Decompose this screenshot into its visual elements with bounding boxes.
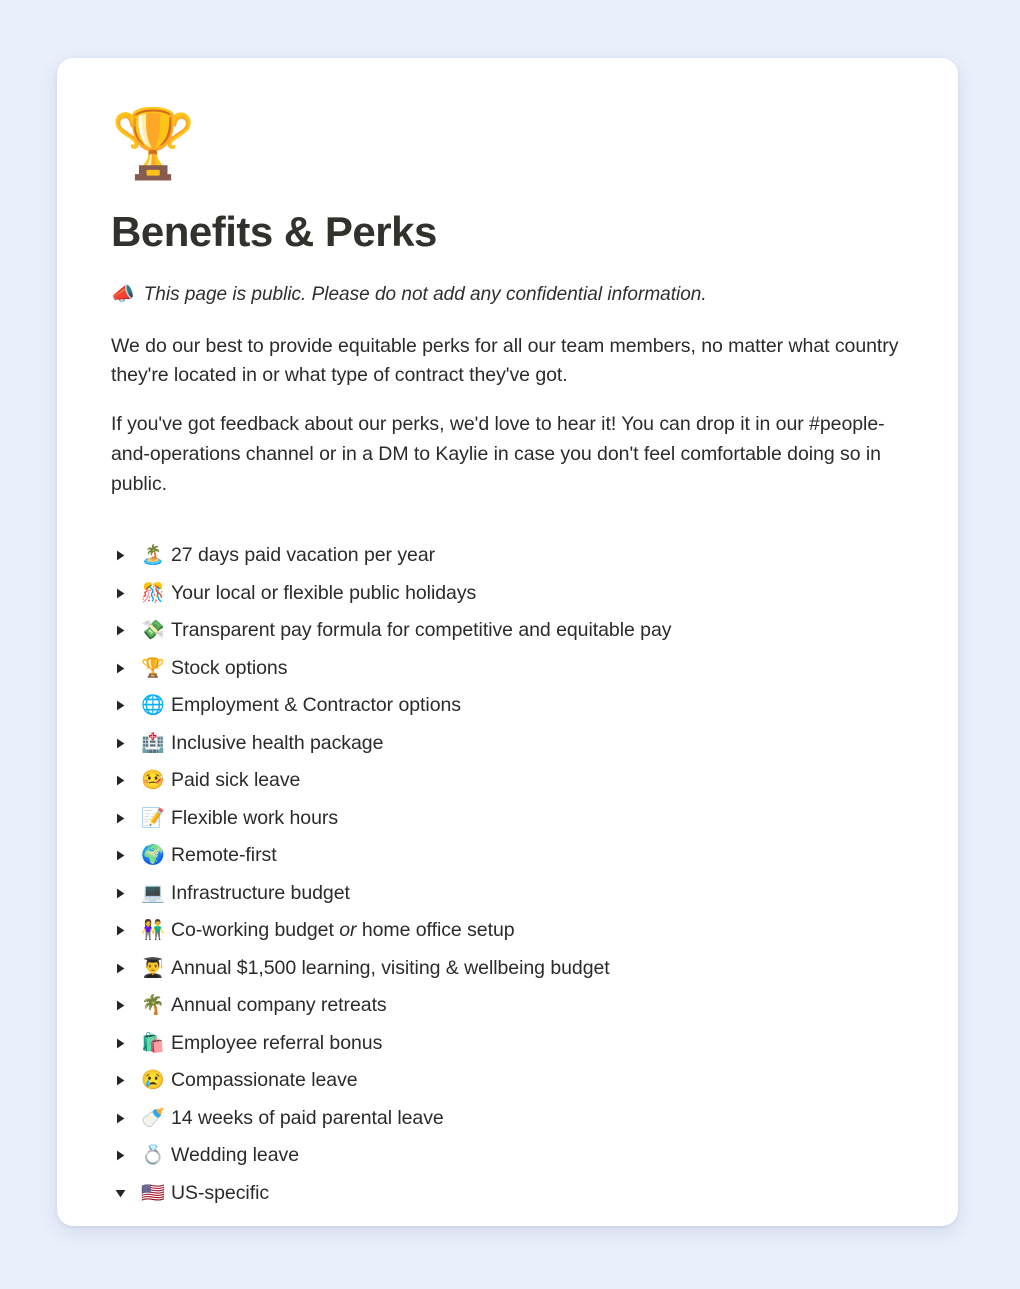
page-title: Benefits & Perks [111, 208, 437, 255]
toggle-list-item[interactable]: 🇺🇸 US-specific [111, 1175, 902, 1213]
toggle-list-item-label: Paid sick leave [171, 769, 301, 792]
toggle-list-item[interactable]: 🏝️ 27 days paid vacation per year [111, 537, 902, 575]
chevron-right-icon[interactable] [115, 888, 141, 899]
toggle-list-item[interactable]: 😢 Compassionate leave [111, 1062, 902, 1100]
toggle-list-item[interactable]: 🤒 Paid sick leave [111, 762, 902, 800]
toggle-list-item[interactable]: 🏥 Inclusive health package [111, 725, 902, 763]
earth-globe-emoji: 🌍 [141, 845, 165, 867]
toggle-list-item-label: Compassionate leave [171, 1069, 358, 1092]
page-canvas: 🏆 Benefits & Perks 📣 This page is public… [0, 0, 1020, 1289]
graduate-emoji: 👨‍🎓 [141, 957, 165, 979]
toggle-list-item-label: Transparent pay formula for competitive … [171, 619, 672, 642]
toggle-list-item[interactable]: 🏆 Stock options [111, 650, 902, 688]
desert-island-emoji: 🏝️ [141, 545, 165, 567]
toggle-list-item-label: Wedding leave [171, 1144, 299, 1167]
chevron-right-icon[interactable] [115, 663, 141, 674]
toggle-list-item-label: 14 weeks of paid parental leave [171, 1106, 444, 1129]
toggle-list-item[interactable]: 💻 Infrastructure budget [111, 875, 902, 913]
toggle-list-item-label: Annual $1,500 learning, visiting & wellb… [171, 956, 610, 979]
palm-tree-emoji: 🌴 [141, 995, 165, 1017]
perks-toggle-list: 🏝️ 27 days paid vacation per year 🎊 Your lo… [111, 537, 902, 1226]
toggle-list-item[interactable]: 🍼 14 weeks of paid parental leave [111, 1100, 902, 1138]
chevron-right-icon[interactable] [115, 775, 141, 786]
hospital-emoji: 🏥 [141, 732, 165, 754]
money-with-wings-emoji: 💸 [141, 620, 165, 642]
toggle-list-item-label: Co-working budget or home office setup [171, 919, 515, 942]
chevron-right-icon[interactable] [115, 550, 141, 561]
toggle-list-item[interactable]: 💸 Transparent pay formula for competitive… [111, 612, 902, 650]
shopping-bags-emoji: 🛍️ [141, 1032, 165, 1054]
chevron-right-icon[interactable] [115, 1075, 141, 1086]
memo-emoji: 📝 [141, 807, 165, 829]
chevron-right-icon[interactable] [115, 700, 141, 711]
crying-face-emoji: 😢 [141, 1070, 165, 1092]
toggle-list-item-label: Your local or flexible public holidays [171, 581, 477, 604]
toggle-list-item-label: Employment & Contractor options [171, 694, 461, 717]
toggle-list-item[interactable]: 🛍️ Employee referral bonus [111, 1025, 902, 1063]
public-notice-text: This page is public. Please do not add a… [143, 284, 707, 306]
intro-paragraph: If you've got feedback about our perks, … [111, 413, 885, 495]
toggle-list-item-label: Stock options [171, 656, 288, 679]
chevron-right-icon[interactable] [115, 625, 141, 636]
intro-paragraphs: We do our best to provide equitable perk… [111, 332, 902, 500]
toggle-list-item[interactable]: 🎊 Your local or flexible public holidays [111, 575, 902, 613]
confetti-ball-emoji: 🎊 [141, 582, 165, 604]
chevron-right-icon[interactable] [115, 925, 141, 936]
toggle-list-item[interactable]: 🌐 Employment & Contractor options [111, 687, 902, 725]
ring-emoji: 💍 [141, 1145, 165, 1167]
chevron-right-icon[interactable] [115, 850, 141, 861]
chevron-right-icon[interactable] [115, 738, 141, 749]
toggle-list-item[interactable]: 🌍 Remote-first [111, 837, 902, 875]
toggle-list-item-label: Infrastructure budget [171, 881, 350, 904]
toggle-list-item[interactable]: 📝 Flexible work hours [111, 800, 902, 838]
chevron-right-icon[interactable] [115, 963, 141, 974]
megaphone-emoji: 📣 [111, 284, 135, 306]
people-holding-hands-emoji: 👫 [141, 920, 165, 942]
public-notice-callout: 📣 This page is public. Please do not add… [111, 281, 902, 310]
toggle-list-item-label: Remote-first [171, 844, 277, 867]
chevron-right-icon[interactable] [115, 1038, 141, 1049]
toggle-list-item-label: Flexible work hours [171, 806, 339, 829]
intro-paragraph: We do our best to provide equitable perk… [111, 334, 899, 387]
chevron-right-icon[interactable] [115, 1150, 141, 1161]
laptop-emoji: 💻 [141, 882, 165, 904]
toggle-list-item-label: Employee referral bonus [171, 1031, 383, 1054]
trophy-emoji: 🏆 [141, 657, 165, 679]
toggle-list-item[interactable]: 🌴 Annual company retreats [111, 987, 902, 1025]
toggle-list-item[interactable]: 👨‍🎓 Annual $1,500 learning, visiting & we… [111, 950, 902, 988]
toggle-list-item-label: Annual company retreats [171, 994, 387, 1017]
toggle-list-item-label: Inclusive health package [171, 731, 384, 754]
toggle-list-item[interactable]: 💍 Wedding leave [111, 1137, 902, 1175]
document-card: 🏆 Benefits & Perks 📣 This page is public… [57, 58, 958, 1226]
globe-meridians-emoji: 🌐 [141, 695, 165, 717]
chevron-down-icon[interactable] [115, 1188, 141, 1199]
chevron-right-icon[interactable] [115, 1113, 141, 1124]
chevron-right-icon[interactable] [115, 588, 141, 599]
face-with-thermometer-emoji: 🤒 [141, 770, 165, 792]
chevron-right-icon[interactable] [115, 1000, 141, 1011]
baby-bottle-emoji: 🍼 [141, 1107, 165, 1129]
toggle-list-item[interactable]: 👫 Co-working budget or home office setup [111, 912, 902, 950]
document-content: 🏆 Benefits & Perks 📣 This page is public… [57, 58, 958, 1226]
trophy-emoji[interactable]: 🏆 [111, 110, 902, 192]
toggle-list-item-label: US-specific [171, 1181, 270, 1204]
toggle-list-item-label: 27 days paid vacation per year [171, 544, 436, 567]
us-flag-emoji: 🇺🇸 [141, 1182, 165, 1204]
chevron-right-icon[interactable] [115, 813, 141, 824]
